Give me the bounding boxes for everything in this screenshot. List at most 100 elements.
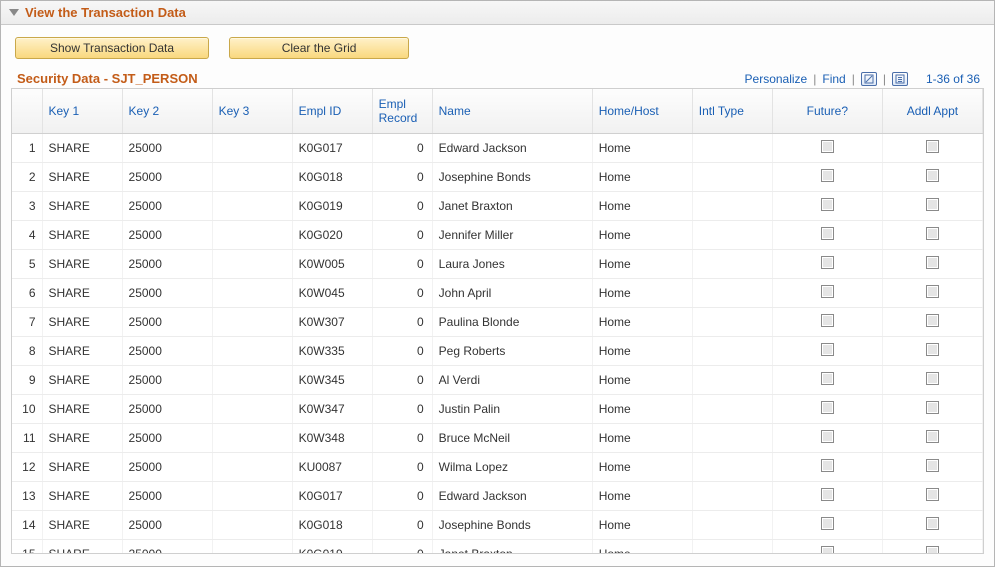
future-checkbox[interactable] bbox=[821, 343, 834, 356]
download-icon[interactable] bbox=[892, 72, 908, 86]
cell-empl-rcd: 0 bbox=[372, 250, 432, 279]
cell-key3 bbox=[212, 221, 292, 250]
cell-future bbox=[772, 395, 882, 424]
cell-home-host: Home bbox=[592, 511, 692, 540]
cell-addl-appt bbox=[882, 482, 982, 511]
col-key3[interactable]: Key 3 bbox=[212, 89, 292, 134]
addl-appt-checkbox[interactable] bbox=[926, 285, 939, 298]
addl-appt-checkbox[interactable] bbox=[926, 140, 939, 153]
addl-appt-checkbox[interactable] bbox=[926, 256, 939, 269]
cell-home-host: Home bbox=[592, 337, 692, 366]
future-checkbox[interactable] bbox=[821, 430, 834, 443]
cell-emplid: K0W307 bbox=[292, 308, 372, 337]
table-row[interactable]: 7SHARE25000K0W3070Paulina BlondeHome bbox=[12, 308, 983, 337]
addl-appt-checkbox[interactable] bbox=[926, 343, 939, 356]
cell-empl-rcd: 0 bbox=[372, 511, 432, 540]
cell-key2: 25000 bbox=[122, 511, 212, 540]
table-row[interactable]: 2SHARE25000K0G0180Josephine BondsHome bbox=[12, 163, 983, 192]
grid-scroll[interactable]: Key 1 Key 2 Key 3 Empl ID Empl Record Na… bbox=[11, 88, 984, 554]
future-checkbox[interactable] bbox=[821, 227, 834, 240]
cell-emplid: K0W045 bbox=[292, 279, 372, 308]
show-transaction-button[interactable]: Show Transaction Data bbox=[15, 37, 209, 59]
future-checkbox[interactable] bbox=[821, 488, 834, 501]
cell-key2: 25000 bbox=[122, 163, 212, 192]
table-row[interactable]: 9SHARE25000K0W3450Al VerdiHome bbox=[12, 366, 983, 395]
panel-header[interactable]: View the Transaction Data bbox=[1, 1, 994, 25]
cell-key3 bbox=[212, 453, 292, 482]
addl-appt-checkbox[interactable] bbox=[926, 372, 939, 385]
table-row[interactable]: 3SHARE25000K0G0190Janet BraxtonHome bbox=[12, 192, 983, 221]
grid-wrapper: Security Data - SJT_PERSON Personalize |… bbox=[11, 71, 984, 554]
cell-key1: SHARE bbox=[42, 192, 122, 221]
col-home-host[interactable]: Home/Host bbox=[592, 89, 692, 134]
addl-appt-checkbox[interactable] bbox=[926, 430, 939, 443]
addl-appt-checkbox[interactable] bbox=[926, 227, 939, 240]
future-checkbox[interactable] bbox=[821, 256, 834, 269]
cell-intl-type bbox=[692, 163, 772, 192]
addl-appt-checkbox[interactable] bbox=[926, 517, 939, 530]
separator: | bbox=[883, 72, 886, 86]
cell-future bbox=[772, 279, 882, 308]
cell-home-host: Home bbox=[592, 250, 692, 279]
personalize-link[interactable]: Personalize bbox=[745, 72, 808, 86]
table-row[interactable]: 12SHARE25000KU00870Wilma LopezHome bbox=[12, 453, 983, 482]
cell-emplid: K0G019 bbox=[292, 540, 372, 555]
table-row[interactable]: 4SHARE25000K0G0200Jennifer MillerHome bbox=[12, 221, 983, 250]
future-checkbox[interactable] bbox=[821, 285, 834, 298]
cell-key1: SHARE bbox=[42, 366, 122, 395]
cell-future bbox=[772, 250, 882, 279]
col-future[interactable]: Future? bbox=[772, 89, 882, 134]
cell-future bbox=[772, 337, 882, 366]
cell-key1: SHARE bbox=[42, 540, 122, 555]
cell-key1: SHARE bbox=[42, 482, 122, 511]
addl-appt-checkbox[interactable] bbox=[926, 169, 939, 182]
table-row[interactable]: 15SHARE25000K0G0190Janet BraxtonHome bbox=[12, 540, 983, 555]
future-checkbox[interactable] bbox=[821, 140, 834, 153]
col-key2[interactable]: Key 2 bbox=[122, 89, 212, 134]
cell-rownum: 13 bbox=[12, 482, 42, 511]
cell-intl-type bbox=[692, 192, 772, 221]
cell-emplid: K0W345 bbox=[292, 366, 372, 395]
cell-key1: SHARE bbox=[42, 424, 122, 453]
future-checkbox[interactable] bbox=[821, 198, 834, 211]
cell-rownum: 7 bbox=[12, 308, 42, 337]
table-row[interactable]: 8SHARE25000K0W3350Peg RobertsHome bbox=[12, 337, 983, 366]
cell-home-host: Home bbox=[592, 192, 692, 221]
addl-appt-checkbox[interactable] bbox=[926, 546, 939, 554]
table-row[interactable]: 11SHARE25000K0W3480Bruce McNeilHome bbox=[12, 424, 983, 453]
future-checkbox[interactable] bbox=[821, 372, 834, 385]
find-link[interactable]: Find bbox=[822, 72, 845, 86]
col-key1[interactable]: Key 1 bbox=[42, 89, 122, 134]
table-row[interactable]: 10SHARE25000K0W3470Justin PalinHome bbox=[12, 395, 983, 424]
cell-key2: 25000 bbox=[122, 279, 212, 308]
future-checkbox[interactable] bbox=[821, 459, 834, 472]
addl-appt-checkbox[interactable] bbox=[926, 198, 939, 211]
table-row[interactable]: 6SHARE25000K0W0450John AprilHome bbox=[12, 279, 983, 308]
cell-key2: 25000 bbox=[122, 453, 212, 482]
future-checkbox[interactable] bbox=[821, 401, 834, 414]
future-checkbox[interactable] bbox=[821, 314, 834, 327]
col-addl-appt[interactable]: Addl Appt bbox=[882, 89, 982, 134]
zoom-icon[interactable] bbox=[861, 72, 877, 86]
col-empl-rcd[interactable]: Empl Record bbox=[372, 89, 432, 134]
table-row[interactable]: 13SHARE25000K0G0170Edward JacksonHome bbox=[12, 482, 983, 511]
addl-appt-checkbox[interactable] bbox=[926, 314, 939, 327]
table-row[interactable]: 14SHARE25000K0G0180Josephine BondsHome bbox=[12, 511, 983, 540]
collapse-icon[interactable] bbox=[9, 9, 19, 16]
addl-appt-checkbox[interactable] bbox=[926, 401, 939, 414]
clear-grid-button[interactable]: Clear the Grid bbox=[229, 37, 409, 59]
future-checkbox[interactable] bbox=[821, 517, 834, 530]
future-checkbox[interactable] bbox=[821, 169, 834, 182]
col-intl-type[interactable]: Intl Type bbox=[692, 89, 772, 134]
addl-appt-checkbox[interactable] bbox=[926, 488, 939, 501]
col-name[interactable]: Name bbox=[432, 89, 592, 134]
future-checkbox[interactable] bbox=[821, 546, 834, 554]
cell-future bbox=[772, 540, 882, 555]
cell-empl-rcd: 0 bbox=[372, 395, 432, 424]
addl-appt-checkbox[interactable] bbox=[926, 459, 939, 472]
cell-rownum: 8 bbox=[12, 337, 42, 366]
table-row[interactable]: 1SHARE25000K0G0170Edward JacksonHome bbox=[12, 134, 983, 163]
cell-key2: 25000 bbox=[122, 540, 212, 555]
table-row[interactable]: 5SHARE25000K0W0050Laura JonesHome bbox=[12, 250, 983, 279]
col-emplid[interactable]: Empl ID bbox=[292, 89, 372, 134]
